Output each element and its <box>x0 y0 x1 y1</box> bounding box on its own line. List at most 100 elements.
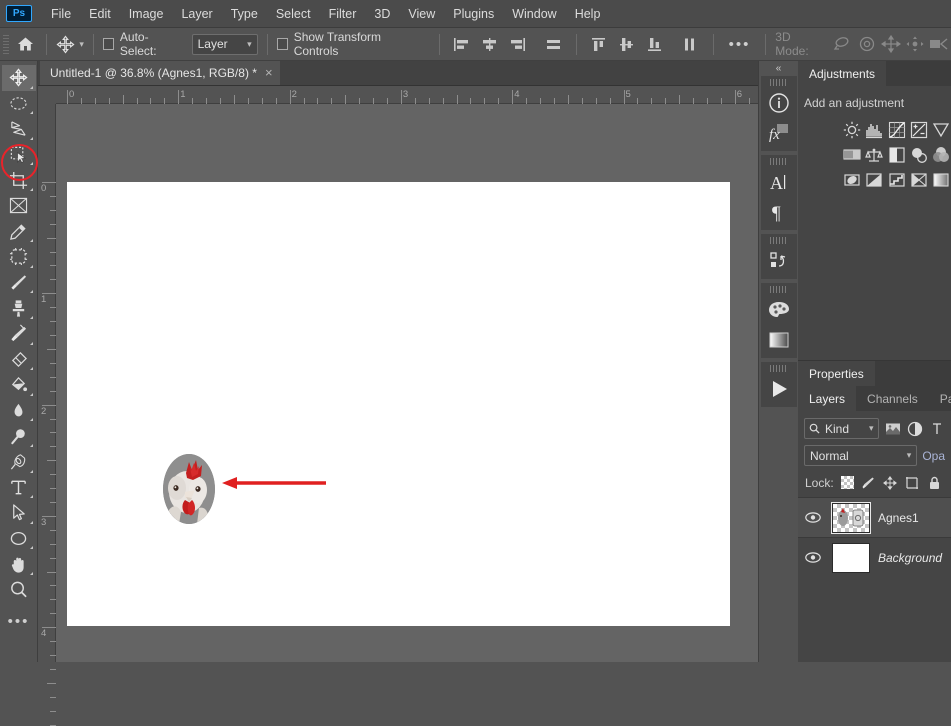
layer-row-agnes1[interactable]: Agnes1 <box>798 497 951 537</box>
chicken-photo-ellipse[interactable] <box>163 454 215 524</box>
ruler-origin-corner[interactable] <box>38 86 56 104</box>
tab-paths[interactable]: Paths <box>929 386 951 411</box>
spot-healing-brush-tool[interactable] <box>2 244 36 270</box>
eye-visibility-icon[interactable] <box>802 512 824 523</box>
pen-tool[interactable] <box>2 449 36 475</box>
history-brush-tool[interactable] <box>2 321 36 347</box>
layer-thumbnail-background[interactable] <box>832 543 870 573</box>
align-left-edges-icon[interactable] <box>449 32 475 56</box>
edit-toolbar-button[interactable]: ••• <box>2 608 36 634</box>
pan-3d-icon[interactable] <box>879 32 903 56</box>
play-triangle-icon[interactable] <box>762 374 796 404</box>
close-icon[interactable]: × <box>265 66 273 79</box>
show-transform-controls-checkbox[interactable] <box>277 38 288 50</box>
rail-group-grip[interactable] <box>770 365 788 372</box>
menu-select[interactable]: Select <box>267 3 320 25</box>
hue-saturation-icon[interactable] <box>842 144 862 166</box>
info-circle-icon[interactable] <box>762 88 796 118</box>
distribute-horizontal-icon[interactable] <box>541 32 567 56</box>
blend-mode-dropdown[interactable]: Normal ▾ <box>804 445 917 466</box>
brightness-contrast-icon[interactable] <box>842 119 862 141</box>
menu-type[interactable]: Type <box>222 3 267 25</box>
color-lookup-icon[interactable] <box>842 169 862 191</box>
menu-file[interactable]: File <box>42 3 80 25</box>
palette-icon[interactable] <box>762 295 796 325</box>
more-options-button[interactable]: ••• <box>723 36 757 53</box>
align-vertical-centers-icon[interactable] <box>614 32 640 56</box>
tab-adjustments[interactable]: Adjustments <box>798 61 886 86</box>
tab-layers[interactable]: Layers <box>798 386 856 411</box>
frame-tool[interactable] <box>2 193 36 219</box>
hand-tool[interactable] <box>2 551 36 577</box>
collapse-panels-icon[interactable]: « <box>759 61 799 76</box>
camera-3d-icon[interactable] <box>927 32 951 56</box>
auto-select-checkbox[interactable] <box>103 38 114 50</box>
horizontal-ruler[interactable]: 0123456 <box>38 86 758 104</box>
show-transform-controls-group[interactable]: Show Transform Controls <box>277 30 418 58</box>
menu-window[interactable]: Window <box>503 3 565 25</box>
elliptical-marquee-tool[interactable] <box>2 91 36 117</box>
slide-3d-icon[interactable] <box>903 32 927 56</box>
rail-group-grip[interactable] <box>770 237 788 244</box>
menu-filter[interactable]: Filter <box>320 3 366 25</box>
menu-view[interactable]: View <box>399 3 444 25</box>
black-white-icon[interactable] <box>886 144 906 166</box>
menu-help[interactable]: Help <box>566 3 610 25</box>
home-icon[interactable] <box>13 36 37 52</box>
character-A-icon[interactable]: A <box>762 167 796 197</box>
auto-select-scope-dropdown[interactable]: Layer ▾ <box>192 34 258 55</box>
menu-plugins[interactable]: Plugins <box>444 3 503 25</box>
lock-transparent-pixels-icon[interactable] <box>841 476 854 489</box>
auto-select-checkbox-group[interactable]: Auto-Select: <box>103 30 180 58</box>
layer-row-background[interactable]: Background <box>798 537 951 577</box>
eye-visibility-icon[interactable] <box>802 552 824 563</box>
object-selection-tool[interactable] <box>2 142 36 168</box>
posterize-icon[interactable] <box>886 169 906 191</box>
tool-preset-chevron-down-icon[interactable]: ▾ <box>79 39 84 50</box>
channel-mixer-icon[interactable] <box>931 144 951 166</box>
eraser-tool[interactable] <box>2 347 36 373</box>
menu-image[interactable]: Image <box>120 3 173 25</box>
orbit-3d-icon[interactable] <box>831 32 855 56</box>
document-tab[interactable]: Untitled-1 @ 36.8% (Agnes1, RGB/8) * × <box>40 60 280 85</box>
rail-group-grip[interactable] <box>770 158 788 165</box>
rail-group-grip[interactable] <box>770 286 788 293</box>
crop-tool[interactable] <box>2 167 36 193</box>
tab-properties[interactable]: Properties <box>798 361 875 386</box>
photo-filter-icon[interactable] <box>909 144 929 166</box>
lock-artboard-icon[interactable] <box>905 475 920 490</box>
active-tool-preview[interactable]: ▾ <box>56 35 84 54</box>
canvas-work-area[interactable]: 0123456 01234 <box>38 86 758 662</box>
roll-3d-icon[interactable] <box>855 32 879 56</box>
filter-type-icon[interactable] <box>929 419 945 439</box>
curves-icon[interactable] <box>886 119 906 141</box>
align-top-edges-icon[interactable] <box>586 32 612 56</box>
gradient-map-icon[interactable] <box>931 169 951 191</box>
invert-icon[interactable] <box>864 169 884 191</box>
type-tool[interactable] <box>2 475 36 501</box>
menu-edit[interactable]: Edit <box>80 3 120 25</box>
history-icon[interactable] <box>762 246 796 276</box>
filter-pixel-icon[interactable] <box>885 419 901 439</box>
lasso-tool[interactable] <box>2 116 36 142</box>
gradient-tool[interactable] <box>2 372 36 398</box>
fx-icon[interactable]: fx <box>762 118 796 148</box>
menu-layer[interactable]: Layer <box>172 3 221 25</box>
lock-position-icon[interactable] <box>883 475 898 490</box>
zoom-tool[interactable] <box>2 577 36 603</box>
blur-tool[interactable] <box>2 398 36 424</box>
align-right-edges-icon[interactable] <box>505 32 531 56</box>
threshold-icon[interactable] <box>909 169 929 191</box>
align-bottom-edges-icon[interactable] <box>642 32 668 56</box>
menu-3d[interactable]: 3D <box>365 3 399 25</box>
clone-stamp-tool[interactable] <box>2 295 36 321</box>
options-bar-grip[interactable] <box>3 35 9 54</box>
layer-thumbnail-agnes1[interactable] <box>832 503 870 533</box>
vibrance-icon[interactable] <box>931 119 951 141</box>
path-selection-tool[interactable] <box>2 500 36 526</box>
document-canvas[interactable] <box>67 182 730 626</box>
filter-adjustment-icon[interactable] <box>907 419 923 439</box>
dodge-tool[interactable] <box>2 423 36 449</box>
rail-group-grip[interactable] <box>770 79 788 86</box>
eyedropper-tool[interactable] <box>2 219 36 245</box>
